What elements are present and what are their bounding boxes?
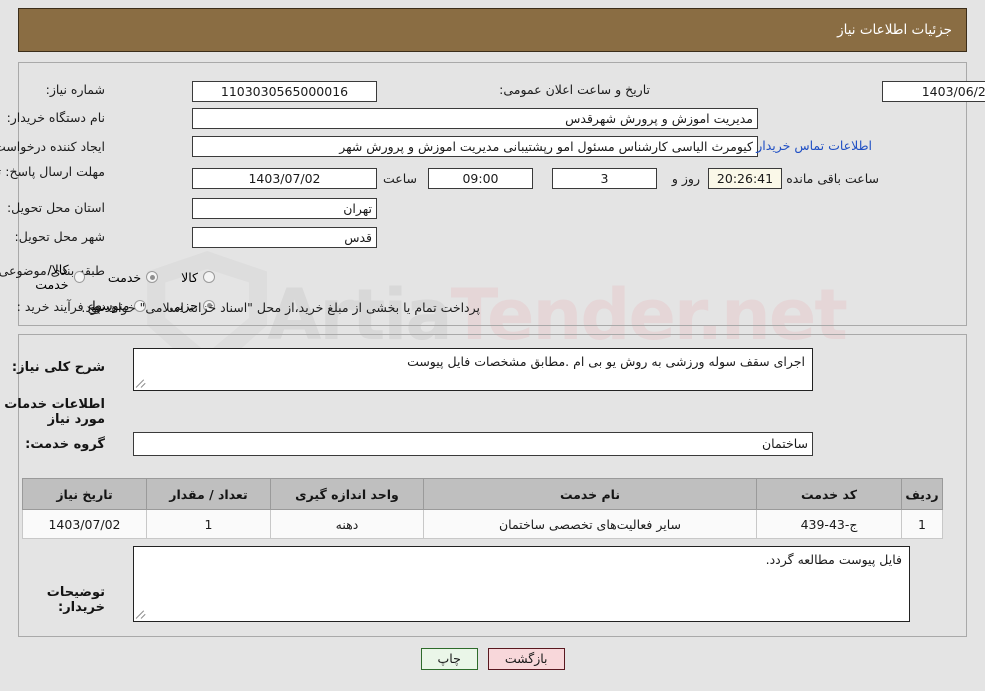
category-radio-khedmat[interactable]: خدمت [107,269,159,285]
cell-need-date: 1403/07/02 [22,509,147,539]
announce-datetime-label: تاریخ و ساعت اعلان عمومی: [499,82,650,97]
requester-label-wrap: ایجاد کننده درخواست: [0,139,105,155]
announce-datetime-field[interactable]: 12:07 - 1403/06/29 [882,81,985,102]
col-row-no: ردیف [901,478,943,510]
service-group-label: گروه خدمت: [25,437,105,452]
requester-label: ایجاد کننده درخواست: [0,139,105,154]
buyer-contact-link[interactable]: اطلاعات تماس خریدار [756,138,872,153]
category-radio-kala[interactable]: کالا [181,270,215,285]
footer-actions: بازگشت چاپ [0,648,985,670]
buyer-org-field[interactable]: مدیریت اموزش و پرورش شهرقدس [192,108,758,129]
resize-handle-icon[interactable] [135,608,148,620]
province-label-wrap: استان محل تحویل: [7,200,105,216]
remaining-days-label: روز و [671,171,700,186]
col-quantity: تعداد / مقدار [146,478,271,510]
deadline-label: مهلت ارسال پاسخ: تا تاریخ: [0,164,105,179]
buyer-org-label-wrap: نام دستگاه خریدار: [7,110,105,126]
summary-textarea[interactable]: اجرای سقف سوله ورزشی به روش یو بی ام .مط… [133,348,813,391]
need-number-field[interactable]: 1103030565000016 [192,81,377,102]
col-service-name: نام خدمت [423,478,757,510]
page-title: جزئیات اطلاعات نیاز [837,22,952,38]
back-button[interactable]: بازگشت [487,648,565,670]
radio-icon[interactable] [203,271,215,283]
buyer-notes-label: توضیحات خریدار: [46,585,105,615]
city-label: شهر محل تحویل: [14,229,105,244]
cell-unit: دهنه [270,509,424,539]
category-radio-kala-khedmat[interactable]: کالا/خدمت [18,262,85,292]
services-table: ردیف کد خدمت نام خدمت واحد اندازه گیری ت… [22,478,943,539]
category-option-label-2: کالا/خدمت [35,262,69,292]
radio-icon[interactable] [73,271,85,283]
province-label: استان محل تحویل: [6,200,105,215]
cell-service-name: سایر فعالیت‌های تخصصی ساختمان [423,509,757,539]
col-unit: واحد اندازه گیری [270,478,424,510]
category-option-label-0: کالا [181,269,198,285]
col-need-date: تاریخ نیاز [22,478,147,510]
remaining-suffix-label: ساعت باقی مانده [786,171,879,186]
buyer-notes-text: فایل پیوست مطالعه گردد. [765,552,902,567]
table-header-row: ردیف کد خدمت نام خدمت واحد اندازه گیری ت… [22,478,943,510]
cell-service-code: ج-43-439 [756,509,902,539]
summary-text: اجرای سقف سوله ورزشی به روش یو بی ام .مط… [407,354,805,369]
announce-datetime-label-wrap: تاریخ و ساعت اعلان عمومی: [499,82,650,98]
buyer-notes-textarea[interactable]: فایل پیوست مطالعه گردد. [133,546,910,622]
resize-handle-icon[interactable] [135,377,148,389]
need-details-page: جزئیات اطلاعات نیاز ArtiaTender.net شمار… [0,0,985,691]
deadline-time-label: ساعت [382,171,417,186]
deadline-label-wrap: مهلت ارسال پاسخ: تا تاریخ: [0,164,105,179]
province-field[interactable]: تهران [192,198,377,219]
col-service-code: کد خدمت [756,478,902,510]
remaining-countdown-field: 20:26:41 [708,168,782,189]
radio-icon-selected[interactable] [146,271,159,283]
payment-note: پرداخت تمام یا بخشی از مبلغ خرید،از محل … [81,300,480,315]
city-field[interactable]: قدس [192,227,377,248]
cell-quantity: 1 [146,509,271,539]
table-row: 1 ج-43-439 سایر فعالیت‌های تخصصی ساختمان… [22,509,943,539]
service-group-field[interactable]: ساختمان [133,432,813,456]
summary-label: شرح کلی نیاز: [11,360,105,375]
city-label-wrap: شهر محل تحویل: [15,229,105,245]
deadline-time-field[interactable]: 09:00 [428,168,533,189]
category-radio-group[interactable]: کالا خدمت کالا/خدمت [0,262,215,292]
deadline-date-field[interactable]: 1403/07/02 [192,168,377,189]
category-option-label-1: خدمت [107,269,142,285]
requester-field[interactable]: کیومرث الیاسی کارشناس مسئول امو رپشتیبان… [192,136,758,157]
buyer-org-label: نام دستگاه خریدار: [6,110,105,125]
need-number-label: شماره نیاز: [45,82,105,97]
services-section-heading: اطلاعات خدمات مورد نیاز [4,397,105,427]
need-number-label-wrap: شماره نیاز: [46,82,105,98]
cell-row-no: 1 [901,509,943,539]
page-header: جزئیات اطلاعات نیاز [18,8,967,52]
remaining-days-field[interactable]: 3 [552,168,657,189]
print-button[interactable]: چاپ [420,648,478,670]
